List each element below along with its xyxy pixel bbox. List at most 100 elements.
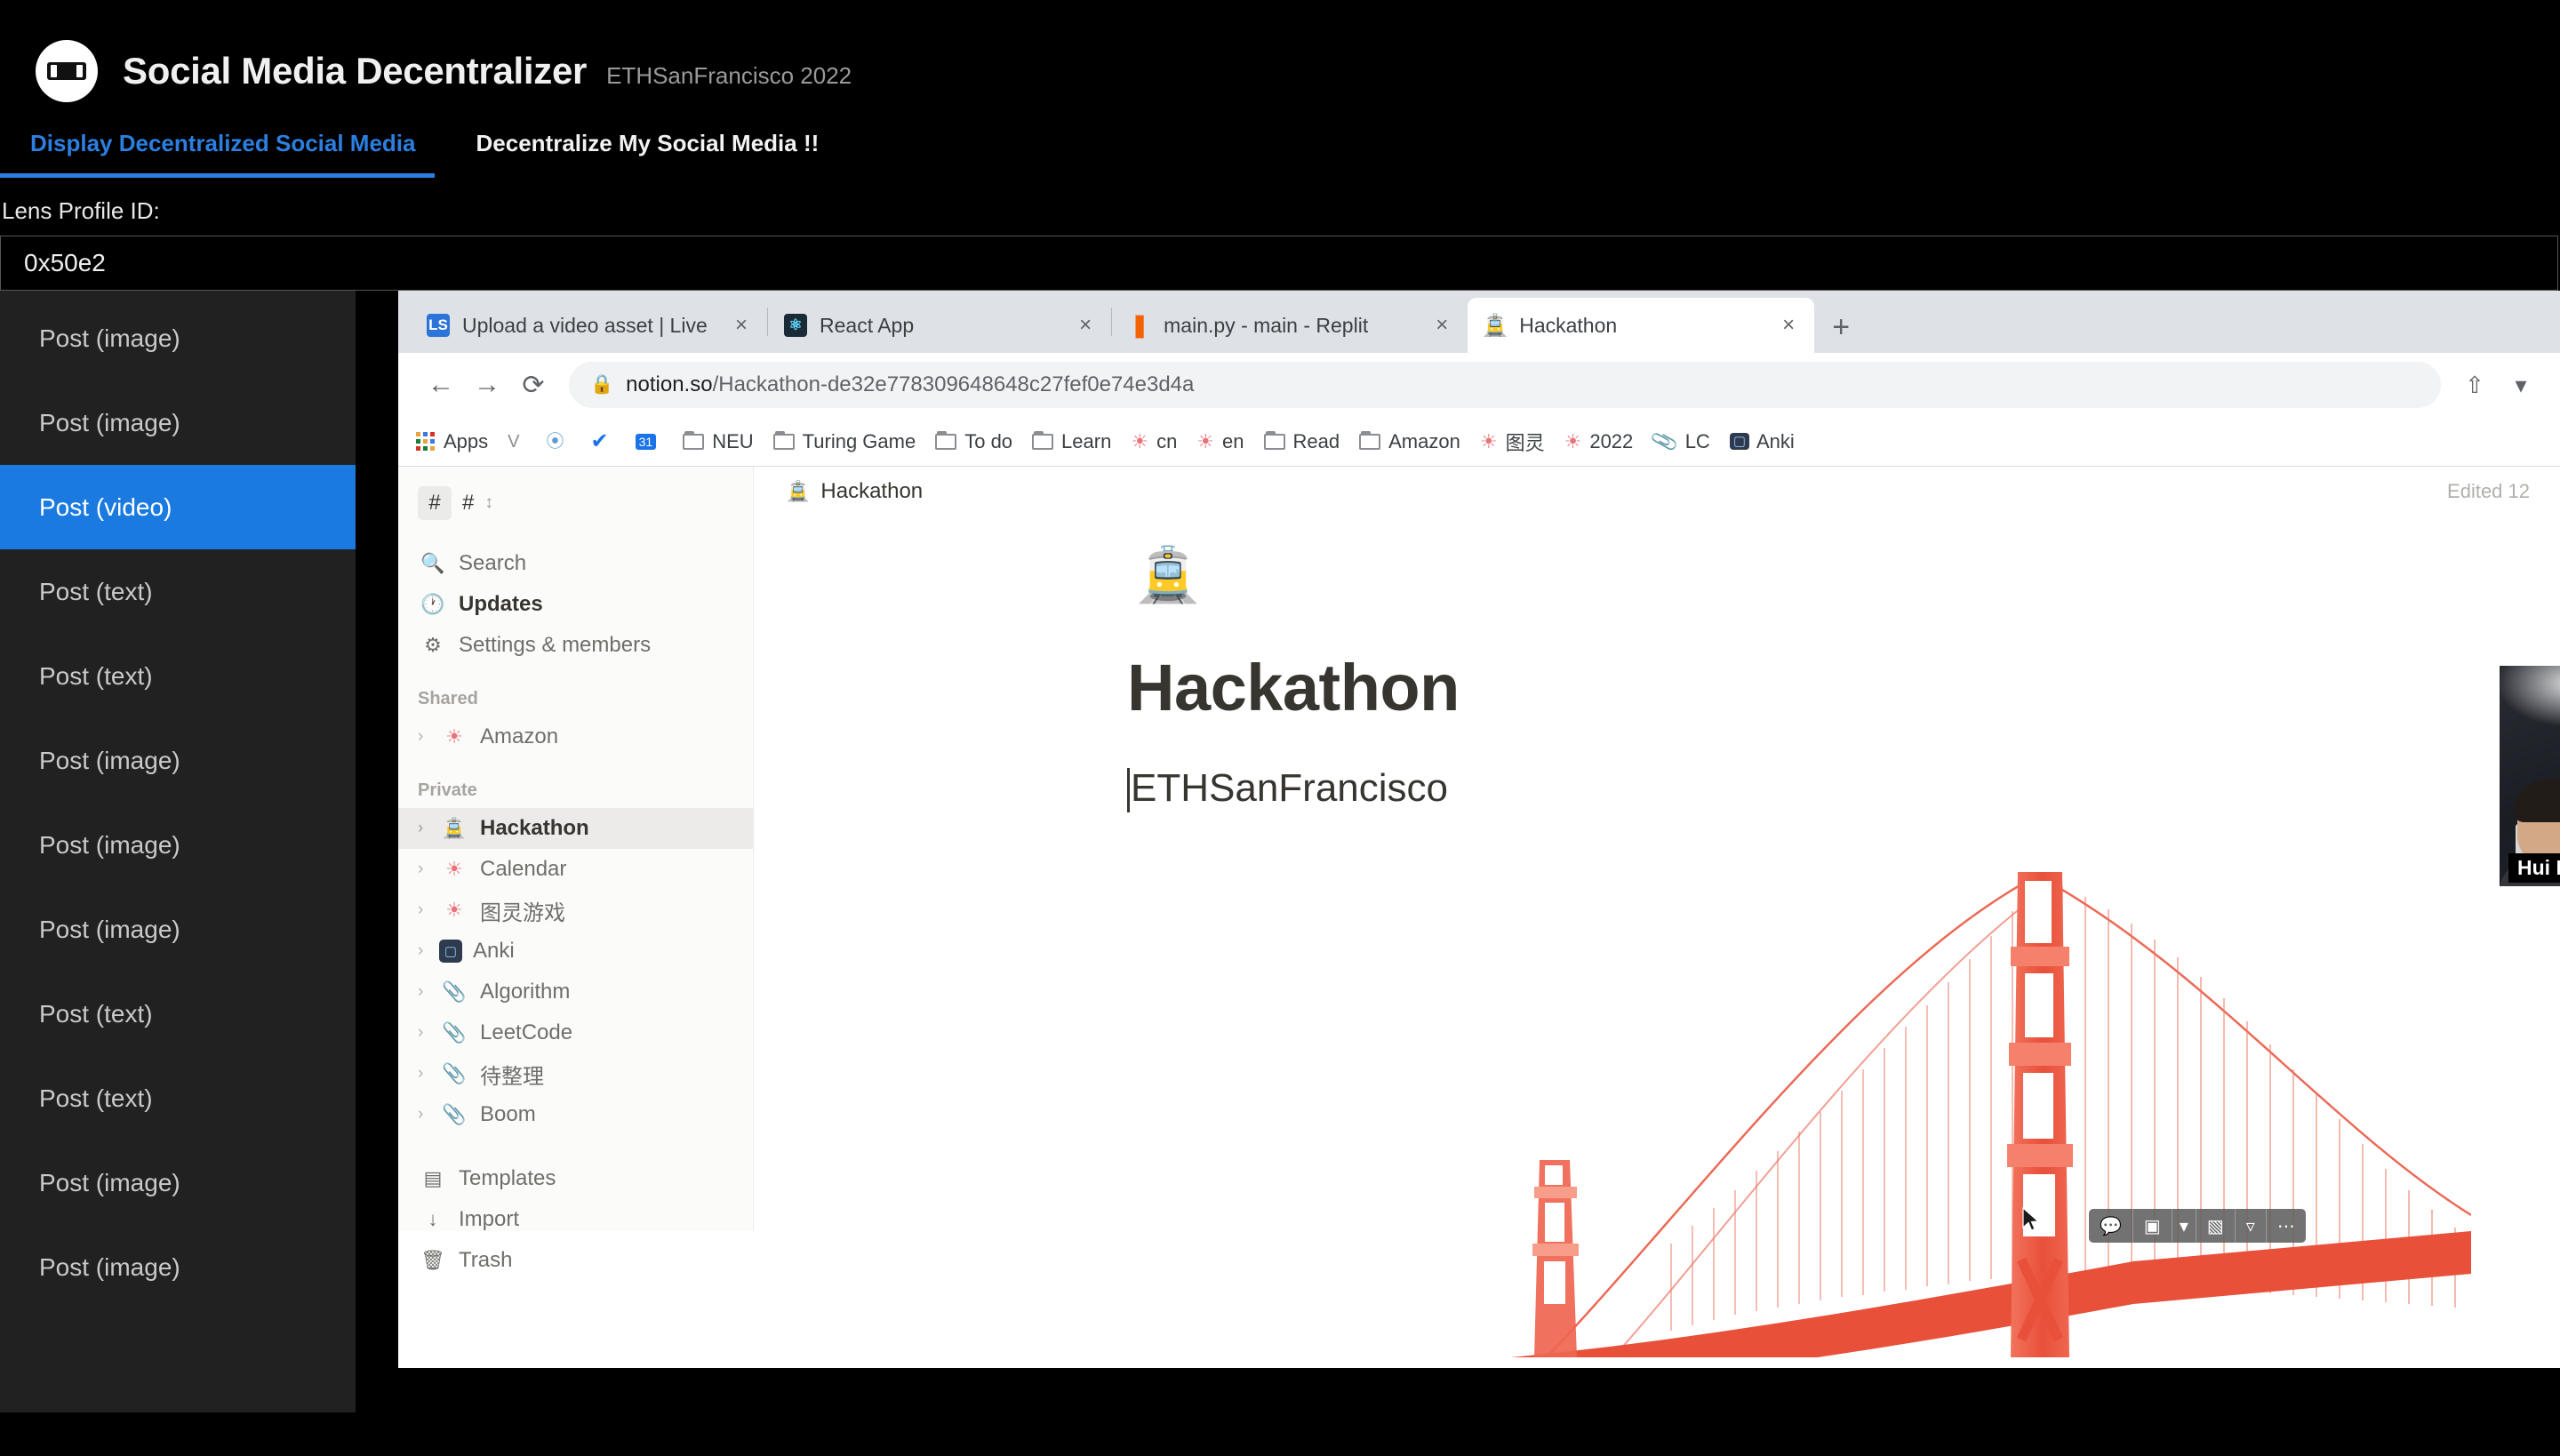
close-icon[interactable]: ×	[1430, 313, 1453, 338]
image-floating-toolbar[interactable]: 💬 ▣ ▾ ▧ ▿ ⋯	[2089, 1209, 2306, 1243]
sidebar-item-hackathon[interactable]: › 🚊 Hackathon	[398, 808, 753, 849]
close-icon[interactable]: ×	[1074, 313, 1097, 338]
bookmark-label: Amazon	[1388, 429, 1460, 452]
list-item[interactable]: Post (image)	[0, 1140, 356, 1225]
share-icon[interactable]: ⇧	[2452, 362, 2498, 408]
sidebar-item-anki[interactable]: › ▢ Anki	[398, 931, 753, 972]
bookmark-calendar[interactable]: 31	[635, 433, 664, 450]
browser-tab-hackathon[interactable]: 🚊 Hackathon ×	[1468, 298, 1815, 353]
bookmark-2022[interactable]: ☀ 2022	[1564, 430, 1634, 453]
sidebar-item-calendar[interactable]: › ☀ Calendar	[398, 849, 753, 890]
forward-icon[interactable]: →	[464, 362, 510, 408]
comment-icon[interactable]: 💬	[2089, 1209, 2133, 1243]
sidebar-item-daizhengli[interactable]: › 📎 待整理	[398, 1053, 753, 1094]
notion-page-title[interactable]: Hackathon	[1127, 650, 2560, 725]
post-list-sidebar[interactable]: Post (image) Post (image) Post (video) P…	[0, 291, 356, 1412]
bookmark-anki[interactable]: ▢ Anki	[1729, 430, 1795, 453]
chevron-right-icon[interactable]: ›	[418, 941, 437, 961]
chevron-right-icon[interactable]: ›	[418, 900, 437, 920]
url-path: /Hackathon-de32e778309648648c27fef0e74e3…	[712, 372, 1195, 396]
chevron-down-icon[interactable]: ▾	[2172, 1209, 2196, 1243]
sun-icon: ☀	[445, 899, 463, 921]
new-tab-button[interactable]: +	[1832, 312, 1850, 342]
close-icon[interactable]: ×	[730, 313, 753, 338]
import-icon: ↓	[428, 1208, 438, 1230]
bookmark-check[interactable]: ✔	[591, 430, 616, 452]
page-title: Social Media Decentralizer	[123, 50, 588, 92]
sidebar-item-search[interactable]: 🔍 Search	[398, 543, 753, 584]
workspace-switcher[interactable]: # # ↕	[398, 481, 753, 520]
browser-tab-livepeer[interactable]: LS Upload a video asset | Livepee ×	[411, 298, 767, 353]
chevron-right-icon[interactable]: ›	[418, 1023, 437, 1043]
chevron-right-icon[interactable]: ›	[418, 1064, 437, 1084]
chevron-right-icon[interactable]: ›	[418, 1105, 437, 1124]
lens-profile-id-input[interactable]	[0, 236, 2558, 291]
list-item-selected[interactable]: Post (video)	[0, 465, 356, 549]
page-emoji-tram-icon[interactable]: 🚊	[1127, 547, 1209, 604]
list-item[interactable]: Post (image)	[0, 887, 356, 972]
bookmark-learn[interactable]: Learn	[1032, 430, 1111, 453]
close-icon[interactable]: ×	[1777, 313, 1800, 338]
sidebar-item-label: 图灵游戏	[480, 900, 565, 925]
body-split: Post (image) Post (image) Post (video) P…	[0, 291, 2560, 1412]
more-icon[interactable]: ⋯	[2267, 1209, 2306, 1243]
sidebar-item-templates[interactable]: ▤ Templates	[398, 1158, 753, 1199]
back-icon[interactable]: ←	[418, 362, 464, 408]
sidebar-item-import[interactable]: ↓ Import	[398, 1199, 753, 1240]
bookmark-turing-game[interactable]: Turing Game	[772, 430, 916, 453]
list-item[interactable]: Post (image)	[0, 1225, 356, 1309]
extension-icon[interactable]: ▾	[2498, 362, 2544, 408]
download-icon[interactable]: ▿	[2236, 1209, 2267, 1243]
breadcrumb[interactable]: 🚊 Hackathon	[786, 479, 923, 504]
golden-gate-bridge-image[interactable]	[1404, 860, 2471, 1357]
chevron-right-icon[interactable]: ›	[418, 819, 437, 838]
chevron-right-icon[interactable]: ›	[418, 982, 437, 1002]
sidebar-item-boom[interactable]: › 📎 Boom	[398, 1094, 753, 1135]
sidebar-item-trash[interactable]: 🗑 Trash	[398, 1240, 753, 1281]
sun-icon: ☀	[445, 725, 463, 748]
bookmark-apps[interactable]: Apps	[416, 430, 488, 453]
sidebar-item-algorithm[interactable]: › 📎 Algorithm	[398, 972, 753, 1012]
list-item[interactable]: Post (text)	[0, 634, 356, 718]
browser-tab-replit[interactable]: ❚ main.py - main - Replit ×	[1112, 298, 1468, 353]
bookmark-v[interactable]: V	[508, 433, 526, 451]
workspace-badge-icon: #	[418, 486, 452, 520]
tab-display-decentralized-social-media[interactable]: Display Decentralized Social Media	[0, 114, 446, 172]
chevron-right-icon[interactable]: ›	[418, 727, 437, 747]
tab-decentralize-my-social-media[interactable]: Decentralize My Social Media !!	[446, 114, 850, 172]
list-item[interactable]: Post (image)	[0, 803, 356, 887]
align-icon[interactable]: ▧	[2196, 1209, 2236, 1243]
chevron-right-icon[interactable]: ›	[418, 860, 437, 879]
sidebar-item-amazon[interactable]: › ☀ Amazon	[398, 716, 753, 757]
list-item[interactable]: Post (image)	[0, 380, 356, 465]
browser-tab-title: React App	[820, 313, 915, 337]
crop-icon[interactable]: ▣	[2133, 1209, 2172, 1243]
list-item[interactable]: Post (text)	[0, 1056, 356, 1140]
bookmark-label: To do	[964, 429, 1013, 452]
bookmark-en[interactable]: ☀ en	[1196, 430, 1244, 453]
notion-page-subtitle[interactable]: ETHSanFrancisco	[1127, 766, 2560, 812]
bookmark-lc[interactable]: 📎 LC	[1650, 427, 1710, 456]
bookmark-cn[interactable]: ☀ cn	[1131, 430, 1177, 453]
sun-icon: ☀	[1196, 429, 1215, 452]
gear-icon: ⚙	[424, 634, 442, 656]
list-item[interactable]: Post (image)	[0, 296, 356, 380]
sidebar-item-settings-members[interactable]: ⚙ Settings & members	[398, 625, 753, 666]
reload-icon[interactable]: ⟳	[510, 362, 556, 408]
bookmark-label: Read	[1292, 429, 1340, 452]
sidebar-item-updates[interactable]: 🕐 Updates	[398, 584, 753, 625]
sidebar-item-tuling-youxi[interactable]: › ☀ 图灵游戏	[398, 890, 753, 931]
bookmark-todo[interactable]: To do	[935, 430, 1012, 453]
browser-tab-react-app[interactable]: ⚛ React App ×	[768, 298, 1111, 353]
bookmark-read[interactable]: Read	[1263, 429, 1340, 453]
webcam-overlay[interactable]: Hui Hu	[2500, 666, 2560, 886]
list-item[interactable]: Post (text)	[0, 549, 356, 634]
bookmark-drop[interactable]: ⦿	[547, 433, 572, 451]
bookmark-tuling[interactable]: ☀ 图灵	[1480, 428, 1545, 456]
list-item[interactable]: Post (image)	[0, 718, 356, 803]
list-item[interactable]: Post (text)	[0, 972, 356, 1056]
sidebar-item-leetcode[interactable]: › 📎 LeetCode	[398, 1012, 753, 1053]
bookmark-amazon[interactable]: Amazon	[1359, 430, 1460, 453]
address-bar[interactable]: 🔒 notion.so/Hackathon-de32e778309648648c…	[569, 362, 2441, 408]
bookmark-neu[interactable]: NEU	[683, 430, 754, 453]
